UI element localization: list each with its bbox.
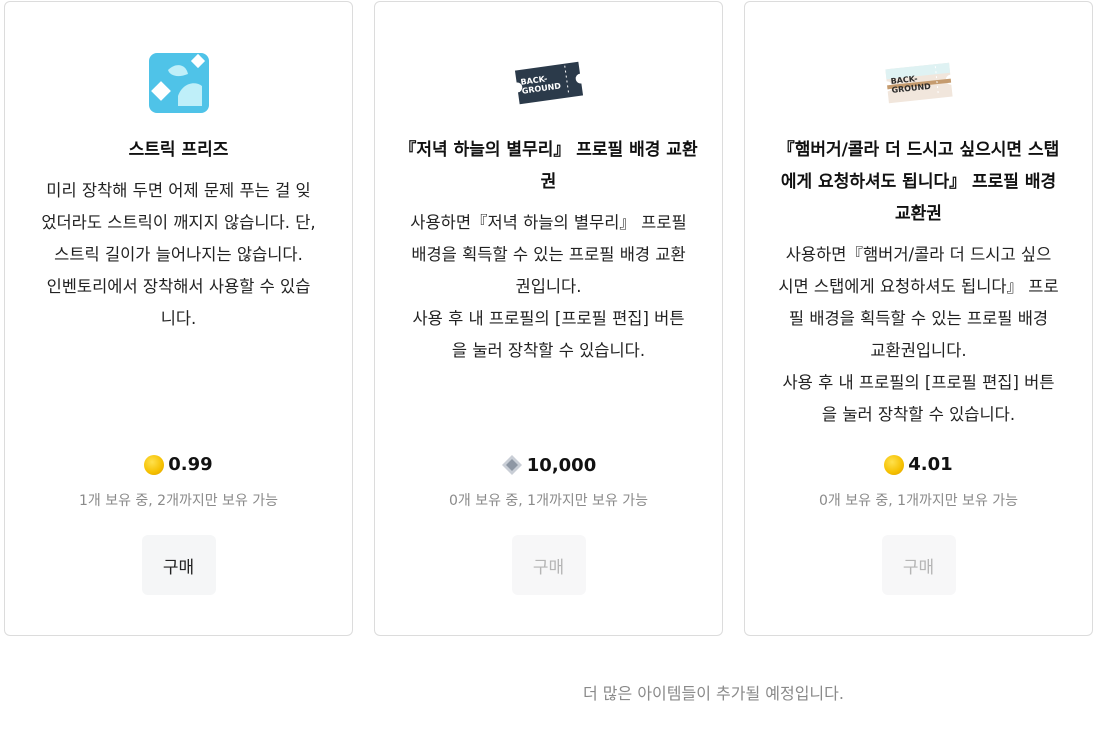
streak-freeze-icon — [148, 53, 209, 113]
more-items-notice: 더 많은 아이템들이 추가될 예정입니다. — [583, 684, 844, 703]
shop-item-card-evening-sky-background: BACK- GROUND 『저녁 하늘의 별무리』 프로필 배경 교환 권 사용… — [374, 1, 723, 636]
buy-button[interactable]: 구매 — [511, 535, 586, 595]
item-description: 미리 장착해 두면 어제 문제 푸는 걸 잊 었더라도 스트릭이 깨지지 않습니… — [41, 181, 316, 328]
owned-status: 0개 보유 중, 1개까지만 보유 가능 — [448, 493, 649, 509]
diamond-icon — [501, 455, 522, 475]
coin-icon — [884, 454, 905, 475]
item-title: 『햄버거/콜라 더 드시고 싶으시면 스탭 에게 요청하셔도 됩니다』 프로필 … — [777, 140, 1060, 224]
owned-status: 0개 보유 중, 1개까지만 보유 가능 — [818, 493, 1019, 509]
item-price: 10,000 — [375, 454, 722, 476]
item-price: 4.01 — [745, 454, 1092, 475]
item-price: 0.99 — [5, 454, 352, 475]
buy-button[interactable]: 구매 — [881, 535, 956, 595]
price-value: 10,000 — [526, 454, 597, 476]
shop-item-card-hamburger-cola-background: BACK- GROUND 『햄버거/콜라 더 드시고 싶으시면 스탭 에게 요청… — [744, 1, 1093, 636]
price-value: 4.01 — [908, 454, 953, 475]
item-title: 『저녁 하늘의 별무리』 프로필 배경 교환 권 — [399, 140, 698, 192]
item-description: 사용하면『햄버거/콜라 더 드시고 싶으 시면 스탭에게 요청하셔도 됩니다』 … — [778, 245, 1059, 424]
price-value: 0.99 — [168, 454, 213, 475]
buy-button[interactable]: 구매 — [141, 535, 216, 595]
item-description: 사용하면『저녁 하늘의 별무리』 프로필 배경을 획득할 수 있는 프로필 배경… — [410, 213, 687, 360]
background-ticket-icon: BACK- GROUND — [884, 62, 953, 104]
background-ticket-icon: BACK- GROUND — [514, 61, 583, 105]
item-title: 스트릭 프리즈 — [128, 140, 229, 160]
shop-item-card-streak-freeze: 스트릭 프리즈 미리 장착해 두면 어제 문제 푸는 걸 잊 었더라도 스트릭이… — [4, 1, 353, 636]
shop-item-list: 스트릭 프리즈 미리 장착해 두면 어제 문제 푸는 걸 잊 었더라도 스트릭이… — [4, 1, 1093, 636]
owned-status: 1개 보유 중, 2개까지만 보유 가능 — [78, 493, 279, 509]
coin-icon — [144, 454, 165, 475]
